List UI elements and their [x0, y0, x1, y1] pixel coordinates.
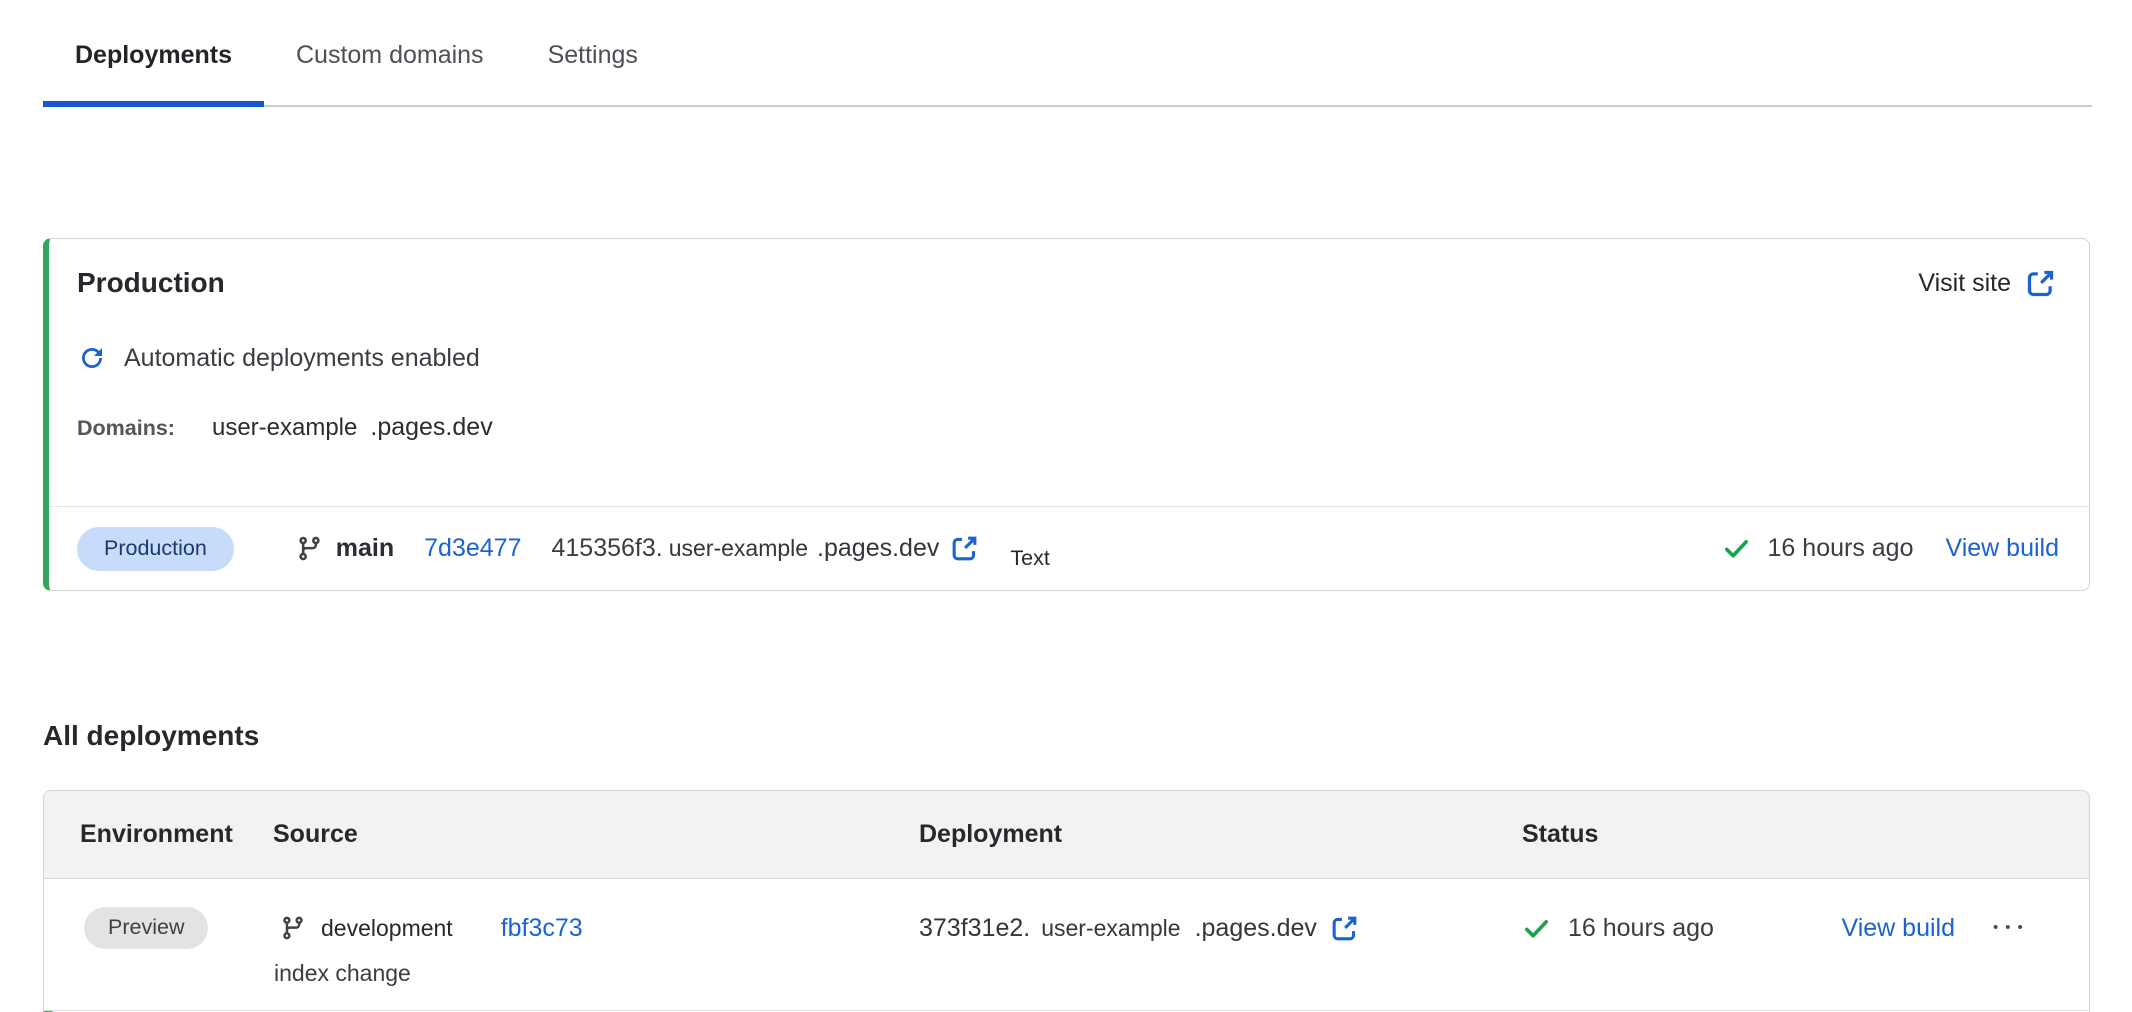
- source-cell: development fbf3c73 index change: [273, 905, 919, 987]
- success-check-icon: [1522, 914, 1551, 943]
- git-branch-icon: [296, 535, 323, 562]
- column-header-deployment: Deployment: [919, 820, 1522, 849]
- environment-badge-preview: Preview: [84, 907, 208, 949]
- external-link-icon[interactable]: [1329, 913, 1360, 944]
- deployment-cell: 373f31e2. user-example .pages.dev: [919, 905, 1522, 951]
- deployment-host: user-example: [669, 535, 808, 562]
- column-header-status: Status: [1522, 820, 1993, 849]
- commit-hash-link[interactable]: fbf3c73: [501, 914, 583, 943]
- visit-site-label: Visit site: [1918, 269, 2011, 298]
- actions-cell: •••: [1993, 905, 2053, 951]
- domain-name: user-example: [212, 414, 357, 442]
- column-header-environment: Environment: [80, 820, 273, 849]
- external-link-icon[interactable]: [949, 533, 980, 564]
- external-link-icon: [2024, 267, 2057, 300]
- status-cell: 16 hours ago View build: [1522, 905, 1993, 951]
- tab-bar: Deployments Custom domains Settings: [43, 0, 2092, 107]
- auto-deployments-status: Automatic deployments enabled: [124, 344, 480, 373]
- table-header-row: Environment Source Deployment Status: [44, 791, 2089, 879]
- production-card: Production Automatic deployments enabled…: [43, 238, 2090, 591]
- git-branch-icon: [280, 915, 306, 941]
- all-deployments-title: All deployments: [43, 717, 2132, 754]
- tab-deployments[interactable]: Deployments: [43, 0, 264, 107]
- tab-custom-domains[interactable]: Custom domains: [264, 0, 516, 107]
- deployments-table: Environment Source Deployment Status Pre…: [43, 790, 2090, 1012]
- annotation-text: Text: [1010, 546, 1049, 571]
- deployment-suffix: .pages.dev: [1195, 914, 1317, 943]
- deployment-time: 16 hours ago: [1568, 914, 1714, 943]
- deployment-suffix: .pages.dev: [817, 534, 939, 563]
- view-build-link[interactable]: View build: [1841, 914, 1955, 943]
- view-build-link[interactable]: View build: [1945, 534, 2059, 563]
- column-header-source: Source: [273, 820, 919, 849]
- visit-site-button[interactable]: Visit site: [1918, 267, 2057, 300]
- production-deployment-row: Production main 7d3e477 415356f3. user-e…: [49, 506, 2089, 590]
- success-check-icon: [1722, 534, 1751, 563]
- domains-label: Domains:: [77, 416, 175, 441]
- table-row: Preview development fbf3c73 index change…: [44, 879, 2089, 1011]
- deployment-time: 16 hours ago: [1768, 534, 1914, 563]
- commit-message: index change: [274, 960, 919, 987]
- deployment-id: 415356f3.: [551, 534, 662, 563]
- branch-name: development: [321, 915, 453, 942]
- deployment-host: user-example: [1041, 915, 1180, 942]
- refresh-icon: [77, 343, 107, 373]
- branch-name: main: [336, 534, 394, 563]
- environment-cell: Preview: [80, 905, 273, 951]
- production-card-title: Production: [77, 265, 2059, 301]
- tab-settings[interactable]: Settings: [516, 0, 670, 107]
- deployment-id: 373f31e2.: [919, 914, 1030, 943]
- domain-suffix: .pages.dev: [370, 413, 492, 442]
- overflow-menu-icon[interactable]: •••: [1993, 905, 2030, 951]
- environment-badge-production: Production: [77, 527, 234, 571]
- commit-hash-link[interactable]: 7d3e477: [424, 534, 521, 563]
